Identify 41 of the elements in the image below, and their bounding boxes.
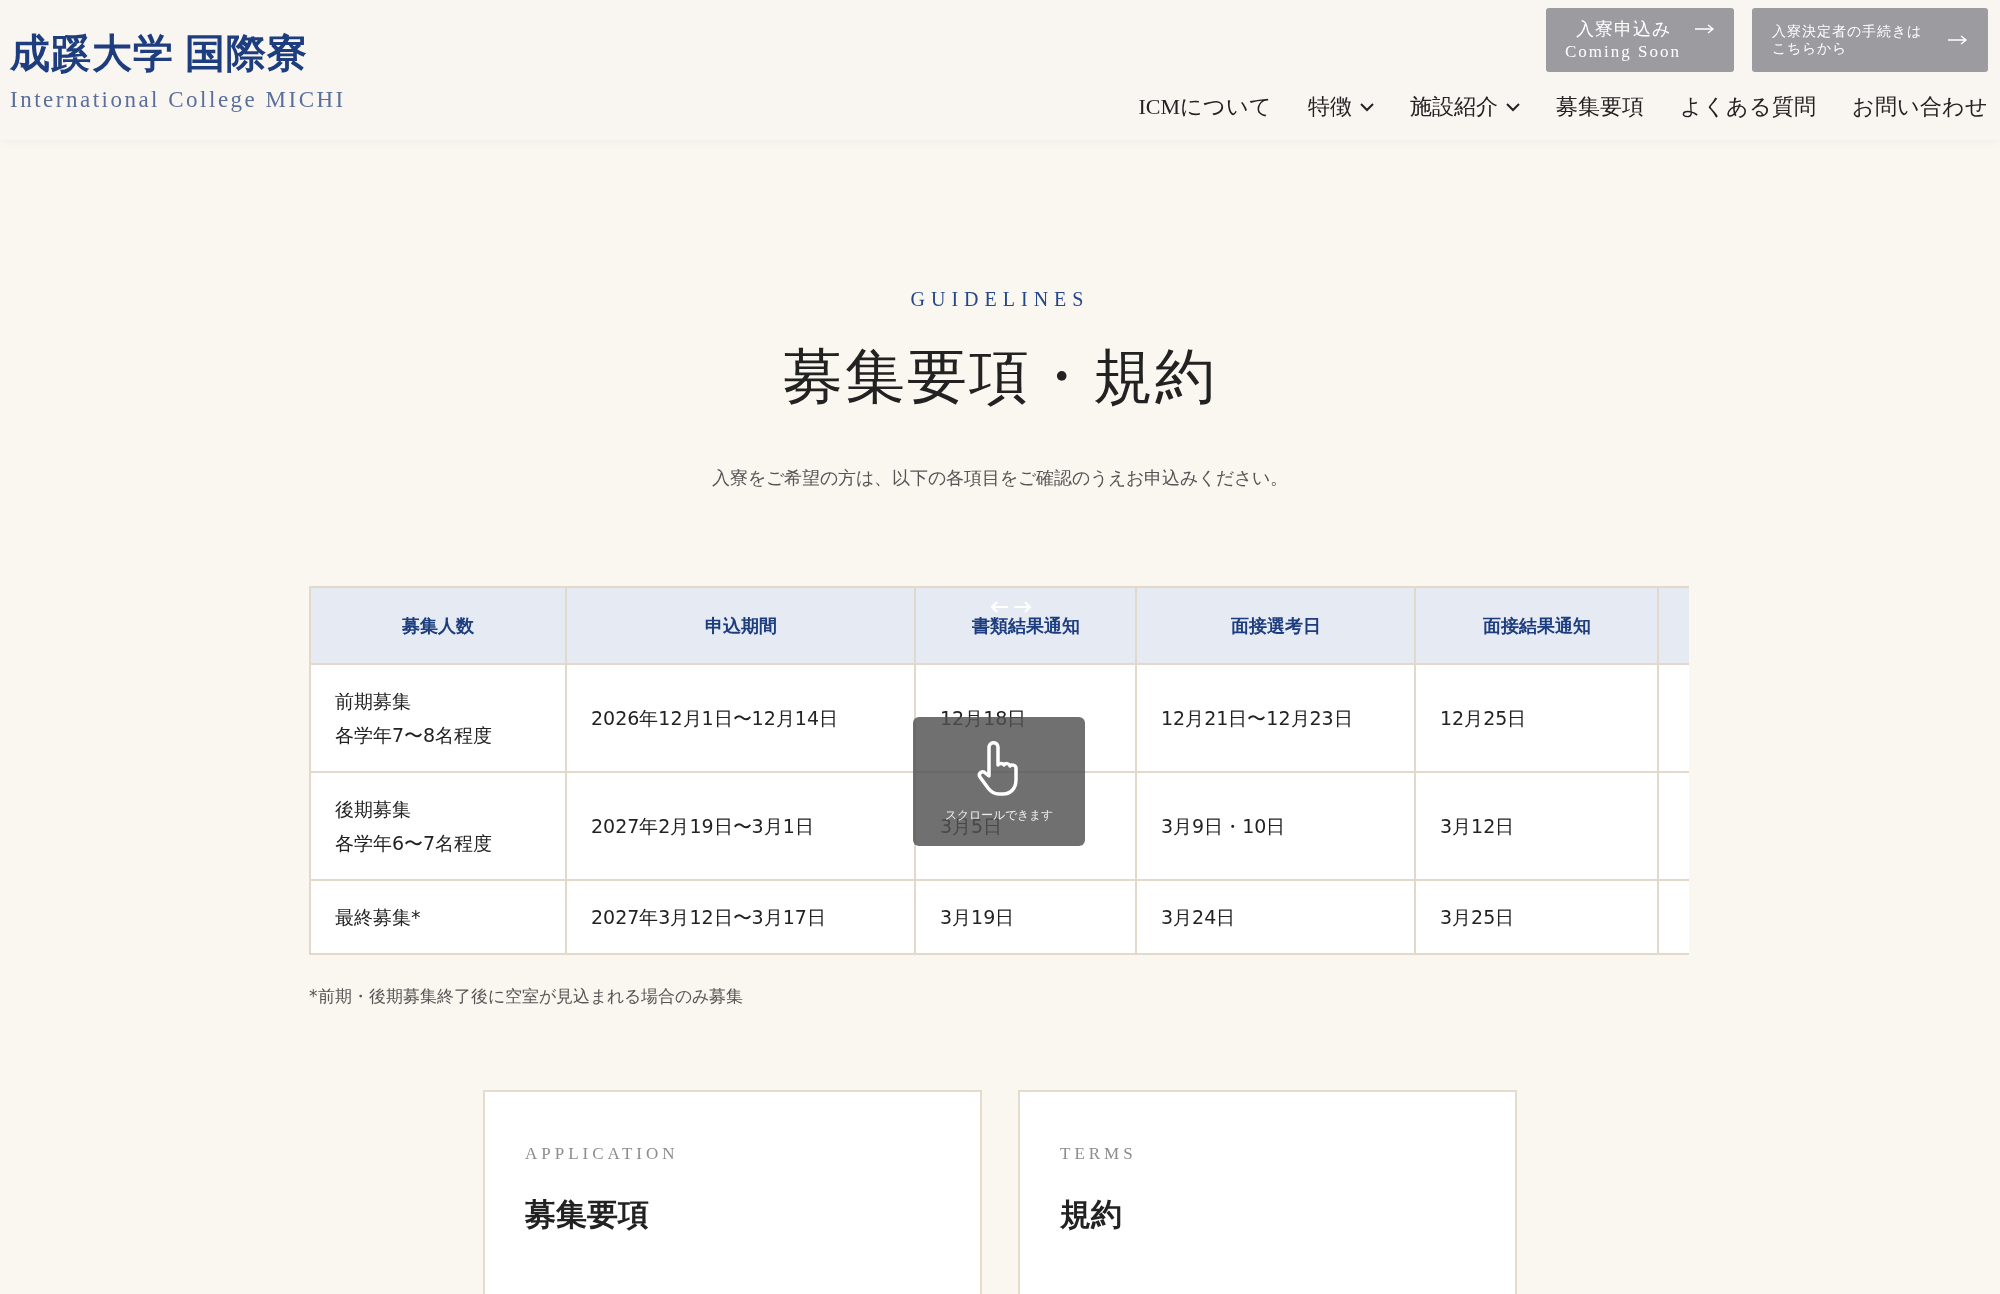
table-cell-text: 後期募集 <box>335 796 412 822</box>
card-eyebrow: APPLICATION <box>525 1144 679 1164</box>
table-cell: 2027年2月19日〜3月1日 <box>566 772 915 880</box>
table-cell: 12月25日 <box>1415 664 1658 772</box>
table-cell: 2027年3月12日〜3月17日 <box>566 880 915 954</box>
nav-item[interactable]: ICMについて <box>1138 92 1272 122</box>
card-title: 募集要項 <box>525 1196 649 1234</box>
column-header: 書類結果通知 <box>915 587 1136 664</box>
nav-item[interactable]: お問い合わせ <box>1852 92 1988 122</box>
nav-item[interactable]: 施設紹介 <box>1410 92 1520 122</box>
site-logo-subtitle[interactable]: International College MICHI <box>10 87 346 113</box>
table-cell: 3月25日 <box>1415 880 1658 954</box>
table-cell-text: 各学年6〜7名程度 <box>335 831 494 856</box>
nav-item[interactable]: よくある質問 <box>1680 92 1816 122</box>
card-eyebrow: TERMS <box>1060 1144 1137 1164</box>
link-card[interactable]: TERMS 規約 <box>1018 1090 1517 1294</box>
left-right-arrows-icon <box>990 600 1032 614</box>
column-header: 面接選考日 <box>1136 587 1415 664</box>
table-cell-text: 前期募集 <box>335 688 412 714</box>
column-header: 募集人数 <box>310 587 566 664</box>
page-title: 募集要項・規約 <box>783 343 1217 412</box>
footnote: *前期・後期募集終了後に空室が見込まれる場合のみ募集 <box>309 985 743 1008</box>
table-cell: 3月24日 <box>1136 880 1415 954</box>
table-cell: 12月21日〜12月23日 <box>1136 664 1415 772</box>
lead-text: 入寮をご希望の方は、以下の各項目をご確認のうえお申込みください。 <box>712 466 1288 490</box>
nav-item[interactable]: 募集要項 <box>1556 92 1644 122</box>
card-title: 規約 <box>1060 1196 1122 1234</box>
nav-item[interactable]: 特徴 <box>1308 92 1374 122</box>
arrow-icon <box>1695 24 1715 34</box>
table-cell-text: 各学年7〜8名程度 <box>335 723 494 748</box>
table-cell: 3月19日 <box>915 880 1136 954</box>
link-card[interactable]: APPLICATION 募集要項 <box>483 1090 982 1294</box>
table-cell: 3月9日・10日 <box>1136 772 1415 880</box>
column-header: 面接結果通知 <box>1415 587 1658 664</box>
column-header: 申込期間 <box>566 587 915 664</box>
table-cell: 2026年12月1日〜12月14日 <box>566 664 915 772</box>
arrow-icon <box>1948 35 1968 45</box>
table-cell: 3月12日 <box>1415 772 1658 880</box>
section-eyebrow: GUIDELINES <box>910 288 1090 311</box>
table-cell: 最終募集* <box>310 880 566 954</box>
site-logo-title[interactable]: 成蹊大学 国際寮 <box>10 26 346 81</box>
